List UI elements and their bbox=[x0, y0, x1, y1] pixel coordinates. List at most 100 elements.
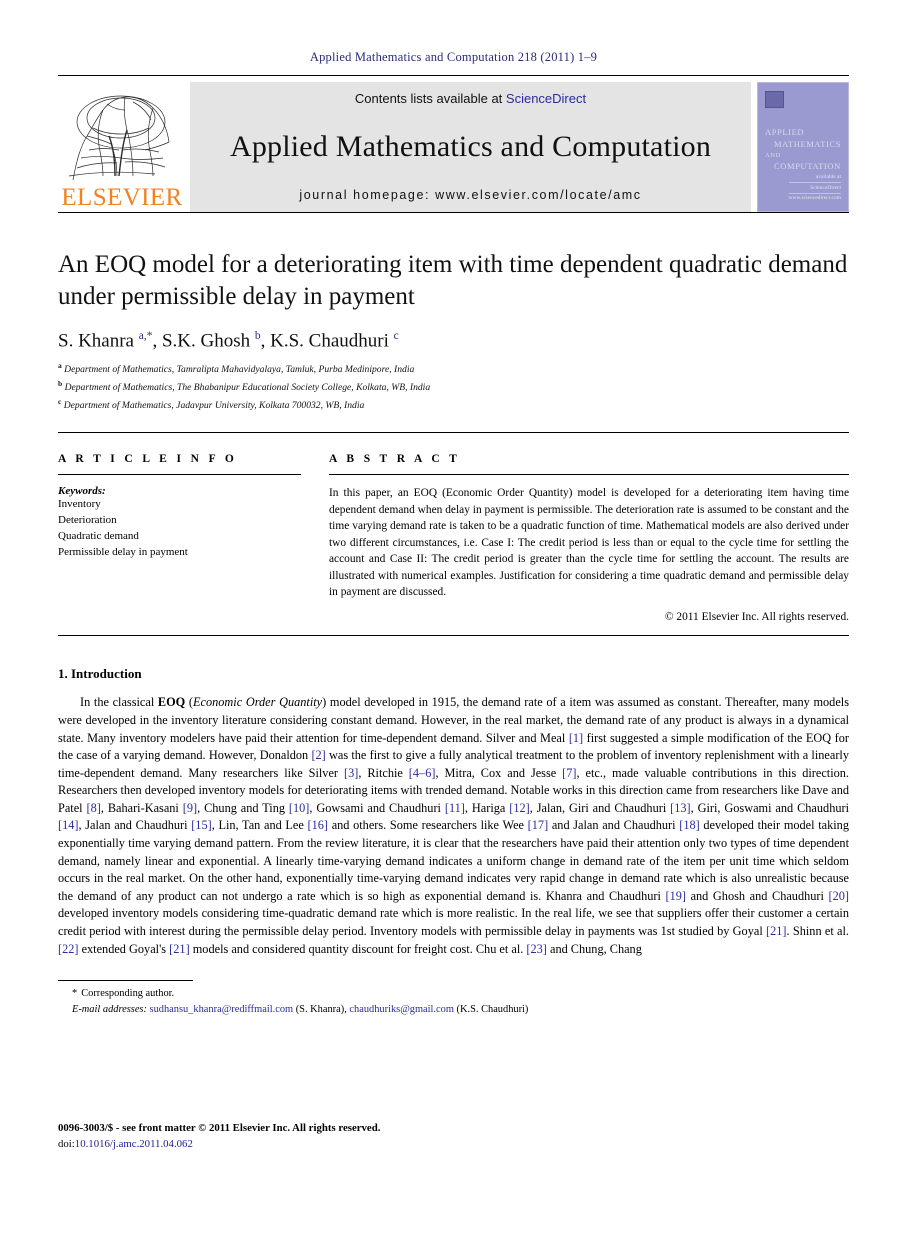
text-run: , Jalan and Chaudhuri bbox=[78, 818, 192, 833]
citation-link[interactable]: [19] bbox=[665, 889, 686, 903]
email-link[interactable]: chaudhuriks@gmail.com bbox=[349, 1004, 454, 1015]
info-abstract-grid: A R T I C L E I N F O Keywords: Inventor… bbox=[58, 453, 849, 623]
elsevier-logo: ELSEVIER bbox=[58, 82, 186, 212]
citation-link[interactable]: [3] bbox=[344, 766, 358, 780]
issn-copyright-line: 0096-3003/$ - see front matter © 2011 El… bbox=[58, 1121, 381, 1134]
citation-link[interactable]: [8] bbox=[87, 801, 101, 815]
citation-link[interactable]: [9] bbox=[183, 801, 197, 815]
journal-masthead: ELSEVIER Contents lists available at Sci… bbox=[58, 75, 849, 212]
affiliation-list: a Department of Mathematics, Tamralipta … bbox=[58, 360, 849, 414]
email-owner: (K.S. Chaudhuri) bbox=[456, 1003, 529, 1015]
cover-badge-url: www.sciencedirect.com bbox=[788, 194, 841, 201]
corresponding-author-text: Corresponding author. bbox=[81, 988, 175, 1000]
article-info-heading: A R T I C L E I N F O bbox=[58, 453, 238, 466]
citation-link[interactable]: [16] bbox=[308, 818, 329, 832]
text-run: Economic Order Quantity bbox=[193, 695, 323, 710]
abstract-rule bbox=[329, 474, 849, 476]
citation-link[interactable]: [7] bbox=[562, 766, 576, 780]
cover-sciencedirect-badge: available at ScienceDirect www.sciencedi… bbox=[788, 173, 841, 202]
citation-link[interactable]: [4–6] bbox=[409, 766, 436, 780]
corresponding-author-note: * Corresponding author. bbox=[58, 986, 849, 1002]
citation-link[interactable]: [1] bbox=[569, 731, 583, 745]
text-run: and Jalan and Chaudhuri bbox=[548, 818, 680, 833]
text-run: , Bahari-Kasani bbox=[100, 800, 183, 815]
article-info-column: A R T I C L E I N F O Keywords: Inventor… bbox=[58, 453, 329, 623]
citation-link[interactable]: [12] bbox=[509, 801, 530, 815]
cover-line-3: AND bbox=[765, 151, 781, 159]
email-owner: (S. Khanra) bbox=[295, 1003, 345, 1015]
email-label: E-mail addresses: bbox=[72, 1003, 147, 1015]
text-run: , Gowsami and Chaudhuri bbox=[309, 800, 445, 815]
text-run: and others. Some researchers like Wee bbox=[328, 818, 528, 833]
sciencedirect-link[interactable]: ScienceDirect bbox=[506, 91, 586, 106]
citation-link[interactable]: [13] bbox=[670, 801, 691, 815]
doi-link[interactable]: 10.1016/j.amc.2011.04.062 bbox=[75, 1138, 193, 1150]
citation-link[interactable]: [18] bbox=[679, 818, 700, 832]
keywords-list: Inventory Deterioration Quadratic demand Pe… bbox=[58, 497, 301, 561]
text-run: and Ghosh and Chaudhuri bbox=[685, 888, 829, 903]
citation-link[interactable]: [10] bbox=[289, 801, 310, 815]
text-run: , Lin, Tan and Lee bbox=[211, 818, 308, 833]
text-run: . Shinn et al. bbox=[786, 923, 849, 938]
introduction-paragraph: In the classical EOQ (Economic Order Qua… bbox=[58, 694, 849, 958]
footnote-rule bbox=[58, 980, 193, 982]
text-run: , Mitra, Cox and Jesse bbox=[435, 765, 563, 780]
cover-title-text: APPLIED MATHEMATICS AND COMPUTATION bbox=[765, 126, 841, 172]
asterisk-icon: * bbox=[72, 988, 78, 1000]
journal-cover-thumbnail[interactable]: APPLIED MATHEMATICS AND COMPUTATION avai… bbox=[757, 82, 849, 212]
text-run: and Chung, Chang bbox=[546, 941, 642, 956]
text-run: In the classical bbox=[80, 695, 158, 710]
citation-link[interactable]: [22] bbox=[58, 942, 79, 956]
text-run: ( bbox=[185, 695, 193, 710]
text-run: extended Goyal's bbox=[78, 941, 170, 956]
section-heading-introduction: 1. Introduction bbox=[58, 666, 142, 682]
text-run: EOQ bbox=[157, 695, 186, 710]
keyword-item: Inventory bbox=[58, 498, 101, 511]
page-footer: 0096-3003/$ - see front matter © 2011 El… bbox=[58, 1120, 380, 1152]
page-title: An EOQ model for a deteriorating item wi… bbox=[58, 251, 848, 310]
keyword-item: Quadratic demand bbox=[58, 530, 139, 543]
citation-link[interactable]: [21] bbox=[766, 924, 787, 938]
abstract-text: In this paper, an EOQ (Economic Order Qu… bbox=[329, 487, 849, 598]
cover-line-1: APPLIED bbox=[765, 127, 805, 137]
email-link[interactable]: sudhansu_khanra@rediffmail.com bbox=[150, 1004, 294, 1015]
citation-link[interactable]: [2] bbox=[311, 748, 325, 762]
citation-link[interactable]: [21] bbox=[169, 942, 190, 956]
cover-line-4: COMPUTATION bbox=[774, 161, 841, 172]
citation-link[interactable]: [17] bbox=[528, 818, 549, 832]
abstract-copyright: © 2011 Elsevier Inc. All rights reserved… bbox=[664, 611, 849, 624]
affiliation-line: a Department of Mathematics, Tamralipta … bbox=[58, 361, 415, 376]
citation-link[interactable]: [14] bbox=[58, 818, 79, 832]
text-run: , Jalan, Giri and Chaudhuri bbox=[529, 800, 671, 815]
journal-title: Applied Mathematics and Computation bbox=[229, 130, 712, 163]
abstract-bottom-rule bbox=[58, 635, 849, 637]
citation-link[interactable]: [20] bbox=[829, 889, 850, 903]
title-block-bottom-rule bbox=[58, 432, 849, 434]
cover-badge-name: ScienceDirect bbox=[788, 181, 841, 194]
elsevier-wordmark: ELSEVIER bbox=[61, 184, 183, 211]
keyword-item: Deterioration bbox=[58, 514, 117, 527]
citation-link[interactable]: [11] bbox=[445, 801, 465, 815]
text-run: developed inventory models considering t… bbox=[58, 906, 849, 938]
citation-link[interactable]: [23] bbox=[526, 942, 547, 956]
abstract-heading: A B S T R A C T bbox=[329, 453, 461, 466]
cover-line-2: MATHEMATICS bbox=[774, 139, 842, 150]
contents-available-line: Contents lists available at ScienceDirec… bbox=[355, 91, 586, 106]
email-addresses-note: E-mail addresses: sudhansu_khanra@rediff… bbox=[58, 1002, 849, 1018]
journal-homepage-link[interactable]: journal homepage: www.elsevier.com/locat… bbox=[299, 188, 641, 202]
email-list: sudhansu_khanra@rediffmail.com (S. Khanr… bbox=[149, 1003, 529, 1015]
affiliation-line: c Department of Mathematics, Jadavpur Un… bbox=[58, 397, 365, 412]
running-head: Applied Mathematics and Computation 218 … bbox=[309, 50, 598, 64]
contents-prefix: Contents lists available at bbox=[354, 91, 506, 106]
paper-page: Applied Mathematics and Computation 218 … bbox=[0, 0, 907, 1238]
elsevier-tree-icon bbox=[63, 88, 181, 184]
text-run: models and considered quantity discount … bbox=[189, 941, 527, 956]
keyword-item: Permissible delay in payment bbox=[58, 546, 188, 559]
citation-link[interactable]: [15] bbox=[191, 818, 212, 832]
author-list: S. Khanra a,*, S.K. Ghosh b, K.S. Chaudh… bbox=[58, 330, 399, 352]
cover-emblem-icon bbox=[765, 91, 784, 108]
footnote-block: * Corresponding author. E-mail addresses:… bbox=[58, 986, 849, 1017]
masthead-bottom-rule bbox=[58, 212, 849, 213]
article-info-rule bbox=[58, 474, 301, 476]
affiliation-line: b Department of Mathematics, The Bhabani… bbox=[58, 379, 431, 394]
